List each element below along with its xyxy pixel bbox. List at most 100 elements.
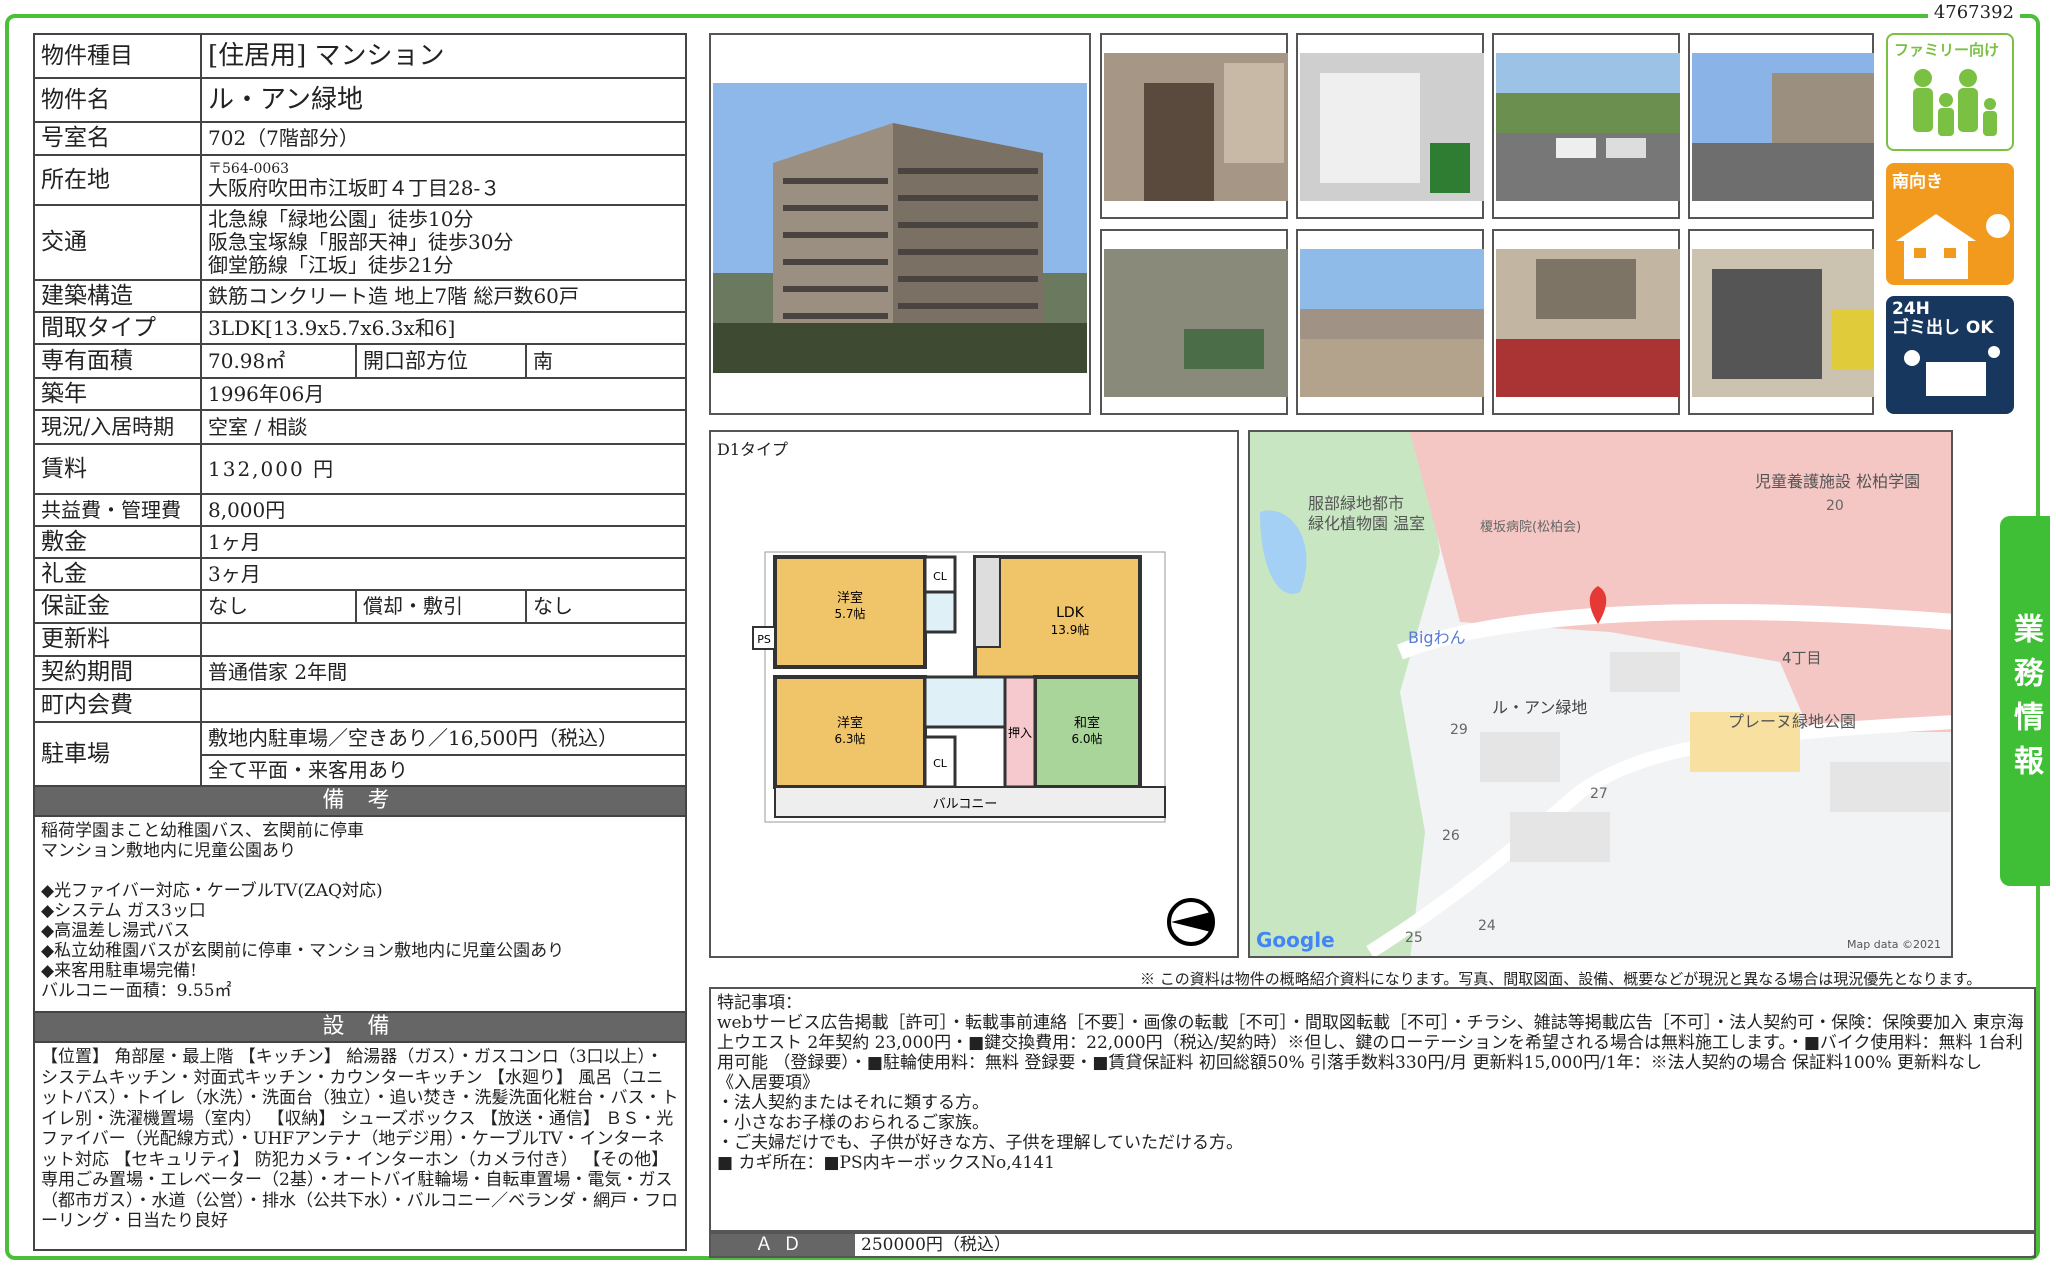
google-logo: Google — [1256, 928, 1335, 952]
area-value: 70.98㎡ — [200, 343, 357, 379]
access-label: 交通 — [33, 204, 202, 281]
room-value: 702（7階部分） — [200, 121, 687, 156]
orphanage-label: 児童養護施設 松柏学園 — [1755, 472, 1921, 491]
spec-table: 物件種目 [住居用] マンション 物件名 ル・アン緑地 号室名 702（7階部分… — [33, 33, 687, 787]
entrance-photo — [1100, 33, 1288, 219]
property-spec-column: 物件種目 [住居用] マンション 物件名 ル・アン緑地 号室名 702（7階部分… — [33, 33, 687, 1251]
parking-image — [1496, 53, 1680, 201]
location-map[interactable]: 服部緑地都市 緑化植物園 温室 榎坂病院(松柏会) 児童養護施設 松柏学園 Bi… — [1248, 430, 1953, 958]
block-number: 27 — [1590, 786, 1608, 802]
amortization-value: なし — [525, 589, 687, 624]
mailbox-photo — [1296, 33, 1484, 219]
name-value: ル・アン緑地 — [200, 77, 687, 123]
document-id: 4767392 — [1927, 2, 2020, 23]
parking-label: 駐車場 — [33, 721, 202, 787]
renewal-label: 更新料 — [33, 622, 202, 657]
floor-plan-type: D1タイプ — [717, 440, 789, 459]
room-label: LDK — [1056, 605, 1085, 621]
room-size: 6.0帖 — [1071, 731, 1102, 746]
north-arrow-icon — [1167, 898, 1215, 946]
fee-label: 共益費・管理費 — [33, 493, 202, 527]
disclaimer: ※ この資料は物件の概略紹介資料になります。写真、間取図面、設備、概要などが現況… — [1140, 970, 1982, 988]
guarantee-value: なし — [200, 589, 357, 624]
access-line: 阪急宝塚線「服部天神」徒歩30分 — [208, 230, 514, 254]
access-line: 御堂筋線「江坂」徒歩21分 — [208, 253, 454, 277]
notes-text: 稲荷学園まこと幼稚園バス、玄関前に停車 マンション敷地内に児童公園あり ◆光ファ… — [33, 817, 687, 1013]
renewal-value — [200, 622, 687, 657]
playground-photo — [1100, 229, 1288, 415]
type-label: 物件種目 — [33, 33, 202, 79]
garbage-icon — [1904, 346, 2000, 396]
fee-value: 8,000円 — [200, 493, 687, 527]
deposit-label: 敷金 — [33, 525, 202, 559]
amortization-label: 償却・敷引 — [355, 589, 527, 624]
block-number: 25 — [1405, 930, 1423, 946]
main-building-photo — [709, 33, 1091, 415]
keymoney-value: 3ヶ月 — [200, 557, 687, 591]
garbage-room-image — [1692, 249, 1874, 397]
map-attribution: Map data ©2021 — [1847, 938, 1941, 951]
type-value: [住居用] マンション — [200, 33, 687, 79]
park-label: 服部緑地都市 緑化植物園 温室 — [1308, 494, 1426, 533]
cl-label: CL — [933, 570, 948, 583]
built-value: 1996年06月 — [200, 377, 687, 411]
keymoney-label: 礼金 — [33, 557, 202, 591]
address-value: 大阪府吹田市江坂町４丁目28-３ — [208, 175, 501, 200]
rent-label: 賃料 — [33, 443, 202, 495]
access-line: 北急線「緑地公園」徒歩10分 — [208, 207, 474, 231]
notes-header: 備 考 — [33, 787, 687, 817]
parking-photo-1 — [1492, 33, 1680, 219]
south-facing-label: 南向き — [1892, 172, 1943, 192]
garbage-24h-label: 24H ゴミ出し OK — [1892, 299, 1994, 338]
room-size: 5.7帖 — [834, 606, 865, 621]
layout-value: 3LDK[13.9x5.7x6.3x和6] — [200, 311, 687, 345]
garbage-24h-badge: 24H ゴミ出し OK — [1886, 296, 2014, 414]
family-badge: ファミリー向け — [1886, 33, 2014, 151]
special-notes: 特記事項： webサービス広告掲載［許可］・転載事前連絡［不要］・画像の転載［不… — [709, 987, 2036, 1232]
ad-value: 250000円（税込） — [861, 1235, 1011, 1255]
floor-plan: D1タイプ 洋室 5.7帖 洋室 6.3帖 LDK 13.9帖 和室 6.0帖 … — [709, 430, 1239, 958]
family-icon — [1913, 69, 1997, 136]
floor-plan-drawing: 洋室 5.7帖 洋室 6.3帖 LDK 13.9帖 和室 6.0帖 押入 CL … — [752, 551, 1166, 823]
structure-value: 鉄筋コンクリート造 地上7階 総戸数60戸 — [200, 279, 687, 313]
parking-lot-image — [1692, 53, 1874, 201]
name-label: 物件名 — [33, 77, 202, 123]
status-value: 空室 / 相談 — [200, 409, 687, 445]
garbage-room-photo — [1688, 229, 1874, 415]
layout-label: 間取タイプ — [33, 311, 202, 345]
parking-note: 全て平面・来客用あり — [200, 754, 687, 787]
ad-label: ＡＤ — [711, 1234, 855, 1256]
ps-label: PS — [757, 633, 771, 646]
south-facing-badge: 南向き — [1886, 163, 2014, 285]
facing-value: 南 — [525, 343, 687, 379]
house-sun-icon — [1896, 214, 2010, 279]
hospital-label: 榎坂病院(松柏会) — [1480, 520, 1582, 535]
room-label: 洋室 — [837, 715, 863, 731]
entrance-image — [1104, 53, 1288, 201]
association-label: 町内会費 — [33, 688, 202, 723]
room-size: 6.3帖 — [834, 731, 865, 746]
closet-label: 押入 — [1008, 726, 1032, 740]
parking-value: 敷地内駐車場／空きあり／16,500円（税込） — [200, 721, 687, 756]
playground-image — [1104, 249, 1288, 397]
guarantee-label: 保証金 — [33, 589, 202, 624]
parking-photo-2 — [1688, 33, 1874, 219]
block-number: 24 — [1478, 918, 1496, 934]
area-label: 専有面積 — [33, 343, 202, 379]
balcony-label: バルコニー — [933, 797, 998, 812]
business-info-tab[interactable]: 業務情報 — [2000, 516, 2050, 886]
rent-value: 132,000 円 — [200, 443, 687, 495]
property-label: ル・アン緑地 — [1492, 698, 1588, 717]
equipment-header: 設 備 — [33, 1013, 687, 1043]
room-label: 洋室 — [837, 590, 863, 606]
block-number: 20 — [1826, 498, 1844, 514]
open-lot-image — [1300, 249, 1484, 397]
facing-label: 開口部方位 — [355, 343, 527, 379]
address-label: 所在地 — [33, 154, 202, 206]
mailbox-image — [1300, 53, 1484, 201]
open-lot-photo — [1296, 229, 1484, 415]
room-label: 号室名 — [33, 121, 202, 156]
family-badge-label: ファミリー向け — [1894, 41, 2000, 59]
plaine-park-label: プレーヌ緑地公園 — [1728, 712, 1857, 731]
building-image — [713, 83, 1087, 373]
